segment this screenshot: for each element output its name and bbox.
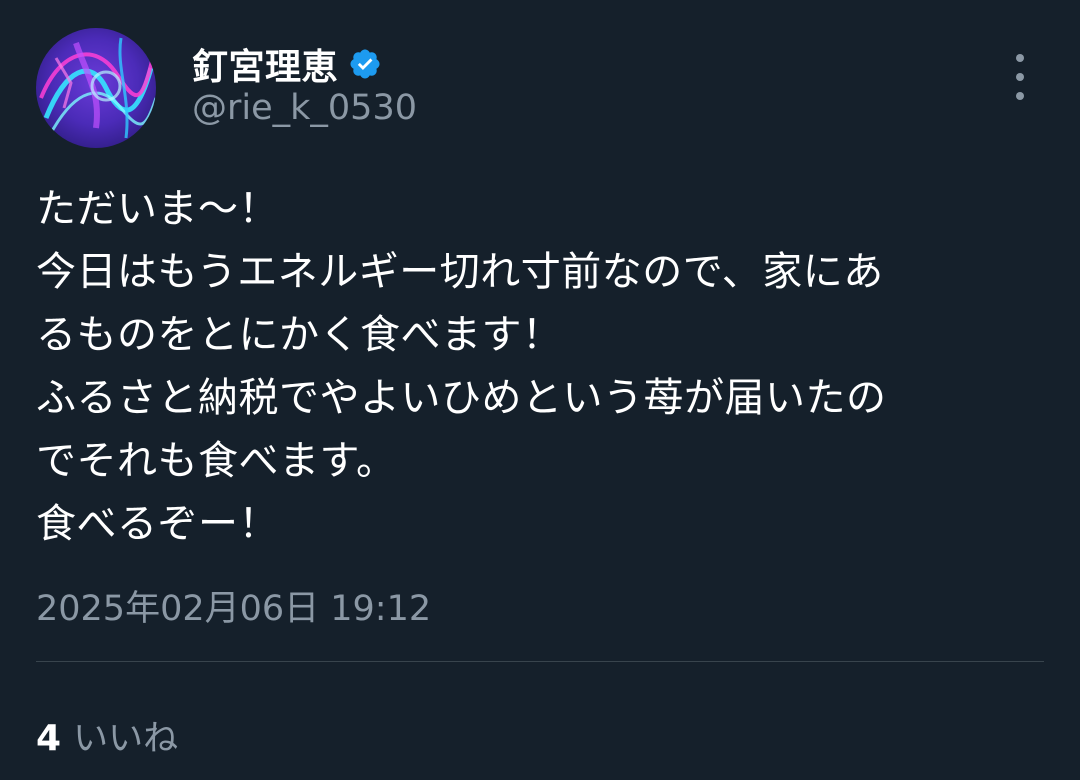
- tweet-text-line: 今日はもうエネルギー切れ寸前なので、家にあ: [36, 249, 884, 295]
- display-name[interactable]: 釘宮理恵: [192, 38, 338, 90]
- tweet-timestamp[interactable]: 2025年02月06日 19:12: [36, 580, 431, 631]
- tweet-text-line: でそれも食べます。: [36, 438, 397, 484]
- more-dot: [1016, 92, 1024, 100]
- verified-badge-icon: [348, 47, 382, 81]
- divider: [36, 661, 1044, 662]
- tweet-text-line: ふるさと納税でやよいひめという苺が届いたの: [36, 375, 887, 421]
- tweet-text-line: ただいま〜！: [36, 186, 279, 232]
- more-dot: [1016, 73, 1024, 81]
- author-handle[interactable]: @rie_k_0530: [192, 88, 417, 128]
- likes-label: いいね: [73, 719, 179, 759]
- likes-count: 4: [36, 718, 62, 759]
- more-dot: [1016, 54, 1024, 62]
- tweet-detail: 釘宮理恵 @rie_k_0530 ただいま〜！ 今日はもうエネルギー切れ寸前なの…: [0, 0, 1080, 780]
- tweet-text-line: るものをとにかく食べます！: [36, 312, 563, 358]
- tweet-text-line: 食べるぞー！: [36, 501, 279, 547]
- avatar-image: [36, 28, 156, 148]
- avatar[interactable]: [36, 28, 156, 148]
- more-vertical-icon[interactable]: [1004, 54, 1036, 100]
- tweet-text: ただいま〜！ 今日はもうエネルギー切れ寸前なので、家にあ るものをとにかく食べま…: [36, 178, 1046, 556]
- likes-stat[interactable]: 4 いいね: [36, 710, 178, 761]
- author-name-row: 釘宮理恵: [192, 40, 382, 88]
